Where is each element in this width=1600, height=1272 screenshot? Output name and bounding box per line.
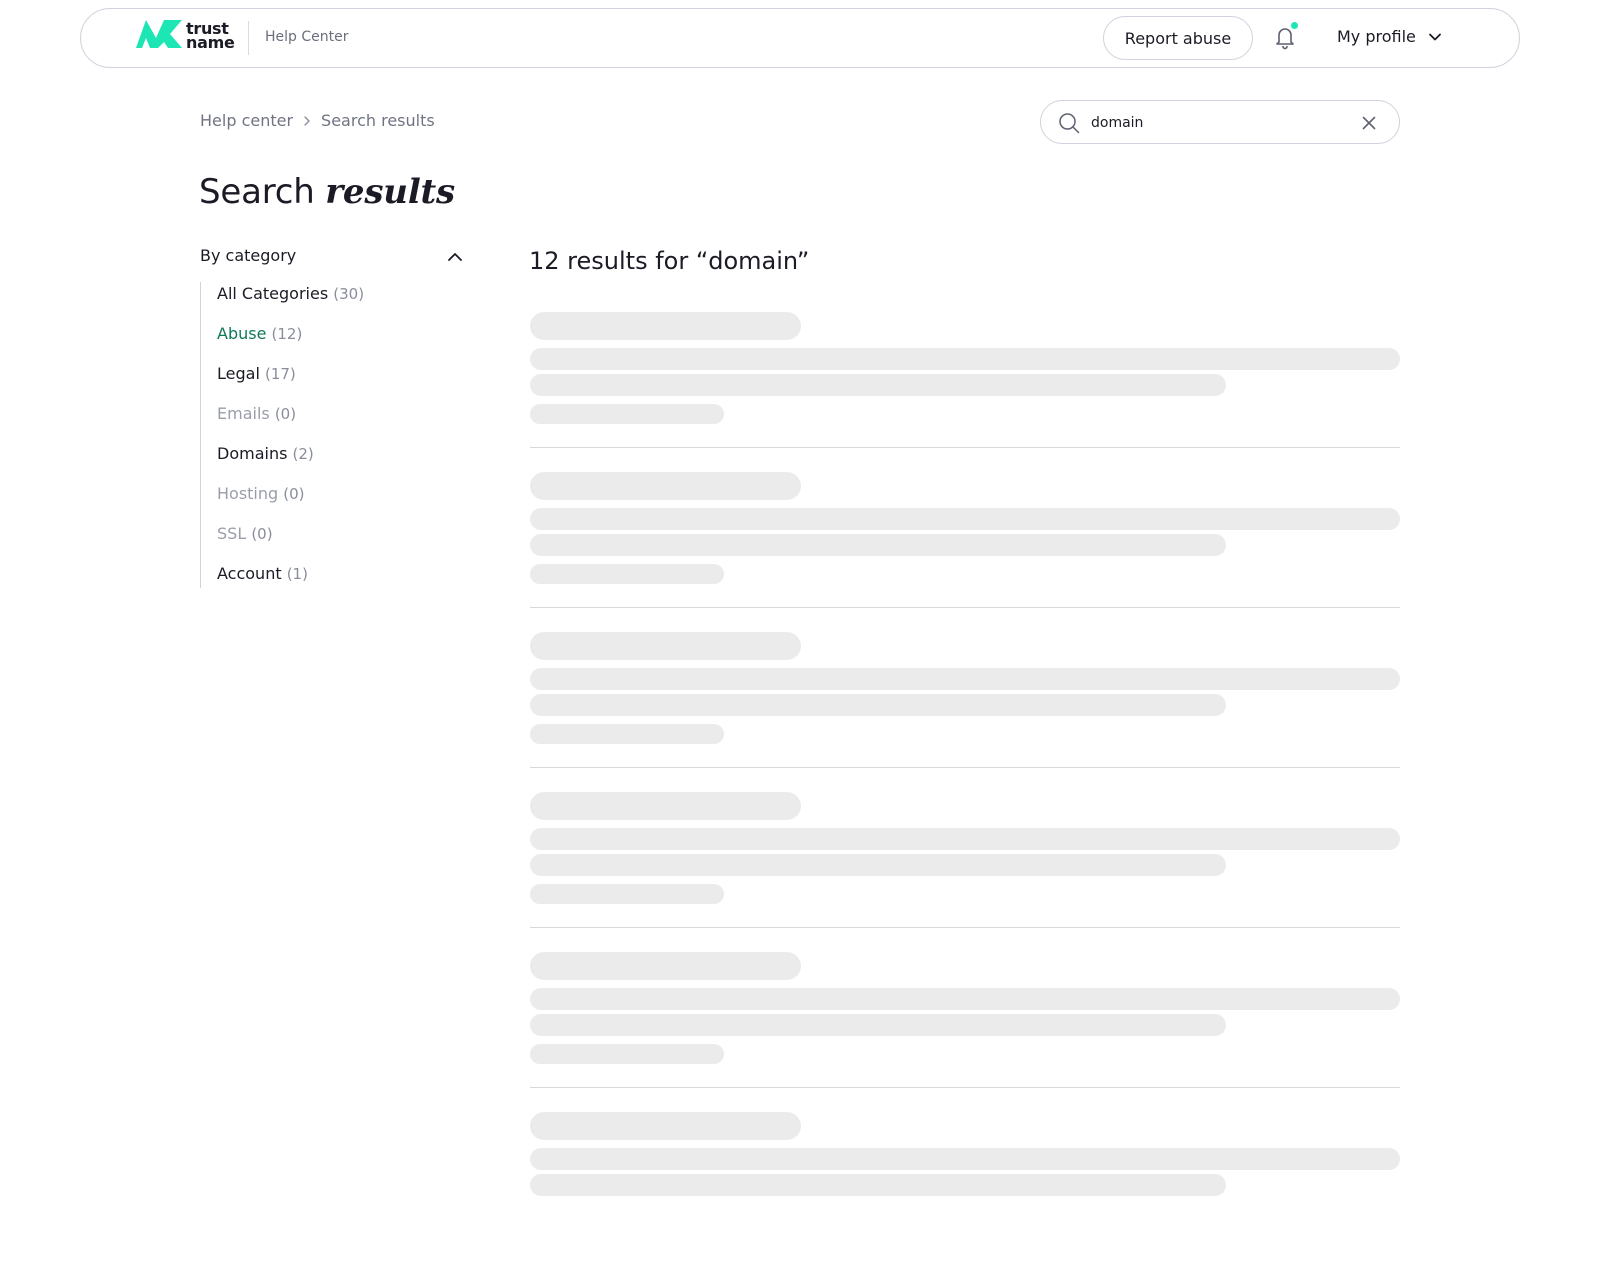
result-skeleton-card [530, 1112, 1400, 1272]
category-abuse[interactable]: Abuse (12) [217, 322, 302, 346]
logo-wordmark: trust name [186, 21, 235, 52]
search-input[interactable] [1091, 111, 1341, 135]
breadcrumb-help-center-link[interactable]: Help center [200, 111, 293, 130]
category-count: (17) [264, 365, 296, 383]
category-count: (30) [333, 285, 365, 303]
results-heading: 12 results for “domain” [529, 247, 810, 275]
profile-label: My profile [1337, 27, 1416, 46]
category-label: All Categories [217, 284, 329, 303]
skeleton-meta [530, 884, 724, 904]
skeleton-title [530, 792, 801, 820]
category-count: (0) [274, 405, 297, 423]
category-label: SSL [217, 524, 247, 543]
result-skeleton-card [530, 472, 1400, 632]
result-divider [530, 607, 1400, 608]
category-filter-toggle[interactable]: By category [200, 246, 464, 270]
trustname-logo[interactable]: trust name [136, 18, 235, 52]
section-title: Help Center [265, 29, 349, 45]
skeleton-line [530, 1014, 1226, 1036]
logo-word-name: name [186, 33, 235, 52]
clear-search-icon[interactable] [1359, 113, 1379, 133]
category-hosting: Hosting (0) [217, 482, 305, 506]
search-icon [1057, 111, 1081, 135]
category-legal[interactable]: Legal (17) [217, 362, 296, 386]
category-count: (0) [251, 525, 273, 543]
category-domains[interactable]: Domains (2) [217, 442, 314, 466]
header-divider [248, 21, 249, 55]
chevron-up-icon [448, 253, 462, 261]
my-profile-menu[interactable]: My profile [1337, 27, 1442, 46]
skeleton-line [530, 854, 1226, 876]
result-skeleton-card [530, 632, 1400, 792]
category-label: Abuse [217, 324, 267, 343]
logo-mark-icon [136, 20, 182, 48]
results-list [530, 312, 1400, 1272]
skeleton-line [530, 508, 1400, 530]
category-label: Hosting [217, 484, 279, 503]
category-count: (0) [283, 485, 305, 503]
category-count: (2) [292, 445, 314, 463]
skeleton-title [530, 952, 801, 980]
skeleton-meta [530, 564, 724, 584]
search-box [1040, 100, 1400, 144]
top-navigation-bar: trust name Help Center Report abuse My p… [80, 8, 1520, 68]
skeleton-title [530, 312, 801, 340]
category-all[interactable]: All Categories (30) [217, 282, 364, 306]
skeleton-line [530, 534, 1226, 556]
skeleton-title [530, 1112, 801, 1140]
chevron-right-icon [293, 113, 321, 129]
category-list: All Categories (30) Abuse (12) Legal (17… [200, 282, 464, 588]
skeleton-line [530, 694, 1226, 716]
breadcrumb-current: Search results [321, 111, 435, 130]
page-title-emphasis: results [325, 172, 455, 212]
skeleton-meta [530, 404, 724, 424]
category-ssl: SSL (0) [217, 522, 273, 546]
result-skeleton-card [530, 792, 1400, 952]
result-skeleton-card [530, 312, 1400, 472]
skeleton-line [530, 1174, 1226, 1196]
skeleton-line [530, 828, 1400, 850]
skeleton-title [530, 472, 801, 500]
skeleton-line [530, 374, 1226, 396]
category-label: Account [217, 564, 282, 583]
result-divider [530, 1087, 1400, 1088]
skeleton-title [530, 632, 801, 660]
page-title: Search results [199, 172, 455, 212]
category-count: (1) [286, 565, 308, 583]
page-title-plain: Search [199, 172, 315, 212]
category-label: Domains [217, 444, 288, 463]
skeleton-line [530, 1148, 1400, 1170]
skeleton-meta [530, 1044, 724, 1064]
result-divider [530, 927, 1400, 928]
chevron-down-icon [1429, 33, 1441, 40]
result-skeleton-card [530, 952, 1400, 1112]
result-divider [530, 767, 1400, 768]
skeleton-line [530, 668, 1400, 690]
filter-heading: By category [200, 246, 297, 265]
skeleton-line [530, 348, 1400, 370]
skeleton-meta [530, 724, 724, 744]
category-label: Emails [217, 404, 270, 423]
category-emails: Emails (0) [217, 402, 296, 426]
category-label: Legal [217, 364, 260, 383]
category-account[interactable]: Account (1) [217, 562, 308, 586]
notification-indicator-dot [1291, 22, 1298, 29]
category-count: (12) [271, 325, 303, 343]
result-divider [530, 447, 1400, 448]
report-abuse-button[interactable]: Report abuse [1103, 16, 1253, 60]
breadcrumb: Help center Search results [200, 111, 435, 130]
skeleton-line [530, 988, 1400, 1010]
